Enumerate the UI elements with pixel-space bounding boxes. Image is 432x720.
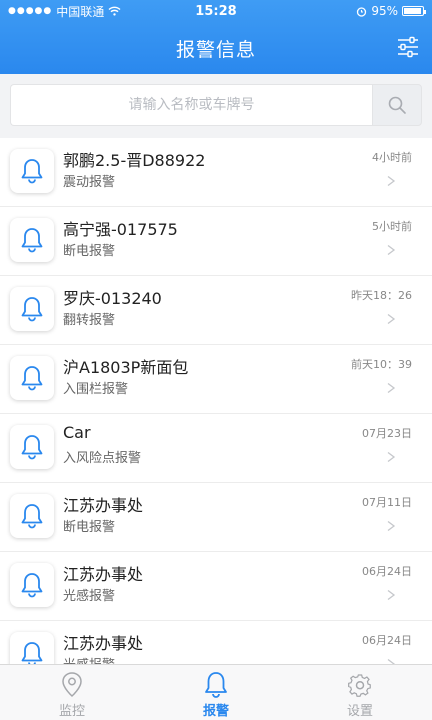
alarm-bell-badge (10, 287, 54, 331)
tab-label: 监控 (58, 704, 85, 719)
battery-icon (402, 6, 426, 16)
alarm-list-item[interactable]: 江苏办事处 光感报警 06月24日 (0, 552, 432, 621)
chevron-right-icon (387, 521, 396, 531)
alarm-list-item[interactable]: 江苏办事处 断电报警 07月11日 (0, 483, 432, 552)
chevron-right-icon (387, 452, 396, 462)
alarm-list-item[interactable]: Car 入风险点报警 07月23日 (0, 414, 432, 483)
search-button[interactable] (372, 84, 422, 126)
bell-icon (21, 573, 43, 598)
status-bar: ●●●●● 中国联通 15:28 95% (0, 0, 432, 22)
tab-settings[interactable]: 设置 (288, 665, 432, 720)
bell-icon (205, 672, 227, 698)
tab-alarm[interactable]: 报警 (144, 665, 288, 720)
alarm-bell-badge (10, 218, 54, 262)
alarm-list-item[interactable]: 高宁强-017575 断电报警 5小时前 (0, 207, 432, 276)
alarm-vehicle-name: 郭鹏2.5-晋D88922 (63, 151, 206, 170)
wifi-icon (108, 6, 121, 16)
alarm-list-item[interactable]: 沪A1803P新面包 入围栏报警 前天10：39 (0, 345, 432, 414)
alarm-type: 入围栏报警 (63, 382, 129, 397)
bell-icon (21, 228, 43, 253)
alarm-type: 震动报警 (63, 175, 116, 190)
tab-label: 设置 (346, 704, 373, 719)
alarm-bell-badge (10, 563, 54, 607)
chevron-right-icon (387, 314, 396, 324)
alarm-vehicle-name: 江苏办事处 (63, 496, 144, 515)
alarm-time: 4小时前 (372, 151, 412, 164)
alarm-time: 5小时前 (372, 220, 412, 233)
alarm-vehicle-name: 高宁强-017575 (63, 220, 178, 239)
alarm-vehicle-name: 沪A1803P新面包 (63, 358, 189, 377)
alarm-list-item[interactable]: 江苏办事处 光感报警 06月24日 (0, 621, 432, 664)
search-bar (0, 74, 432, 138)
page-title: 报警信息 (175, 38, 256, 61)
alarm-type: 光感报警 (63, 589, 116, 604)
top-bar: ●●●●● 中国联通 15:28 95% 报警信息 (0, 0, 432, 74)
tab-monitor[interactable]: 监控 (0, 665, 144, 720)
alarm-list-item[interactable]: 郭鹏2.5-晋D88922 震动报警 4小时前 (0, 138, 432, 207)
sliders-icon[interactable] (396, 36, 420, 58)
search-icon (388, 96, 406, 114)
alarm-type: 光感报警 (63, 654, 115, 664)
alarm-bell-badge (10, 632, 54, 664)
tab-label: 报警 (202, 704, 229, 719)
alarm-time: 前天10：39 (351, 358, 412, 371)
alarm-bell-badge (10, 494, 54, 538)
signal-icon: ●●●●● (8, 6, 53, 16)
location-pin-icon (62, 672, 82, 698)
search-input[interactable] (10, 84, 372, 126)
alarm-bell-badge (10, 149, 54, 193)
chevron-right-icon (387, 383, 396, 393)
alarm-time: 06月24日 (362, 565, 412, 578)
chevron-right-icon (387, 590, 396, 600)
alarm-type: 翻转报警 (63, 313, 116, 328)
battery-percent: 95% (371, 4, 398, 18)
alarm-list: 郭鹏2.5-晋D88922 震动报警 4小时前 高宁强-017575 断电报警 … (0, 138, 432, 664)
alarm-vehicle-name: 江苏办事处 (63, 565, 144, 584)
alarm-time: 06月24日 (362, 634, 412, 647)
alarm-time: 07月23日 (362, 427, 412, 440)
alarm-type: 入风险点报警 (63, 451, 142, 466)
carrier-label: 中国联通 (56, 4, 105, 19)
alarm-type: 断电报警 (63, 244, 116, 259)
alarm-type: 断电报警 (63, 520, 116, 535)
alarm-list-item[interactable]: 罗庆-013240 翻转报警 昨天18：26 (0, 276, 432, 345)
alarm-vehicle-name: Car (63, 423, 91, 442)
chevron-right-icon (387, 176, 396, 186)
alarm-time: 昨天18：26 (351, 289, 412, 302)
bell-icon (21, 297, 43, 322)
alarm-bell-badge (10, 356, 54, 400)
gear-icon (348, 674, 371, 697)
bell-icon (21, 159, 43, 184)
bell-icon (21, 642, 43, 664)
chevron-right-icon (387, 245, 396, 255)
alarm-bell-badge (10, 425, 54, 469)
alarm-vehicle-name: 江苏办事处 (63, 634, 144, 653)
nav-bar: 报警信息 (0, 22, 432, 74)
alarm-vehicle-name: 罗庆-013240 (63, 289, 162, 308)
bell-icon (21, 504, 43, 529)
alarm-time: 07月11日 (362, 496, 412, 509)
bell-icon (21, 366, 43, 391)
alarm-clock-icon (357, 6, 367, 17)
bell-icon (21, 435, 43, 460)
tab-bar: 监控 报警 设置 (0, 664, 432, 720)
